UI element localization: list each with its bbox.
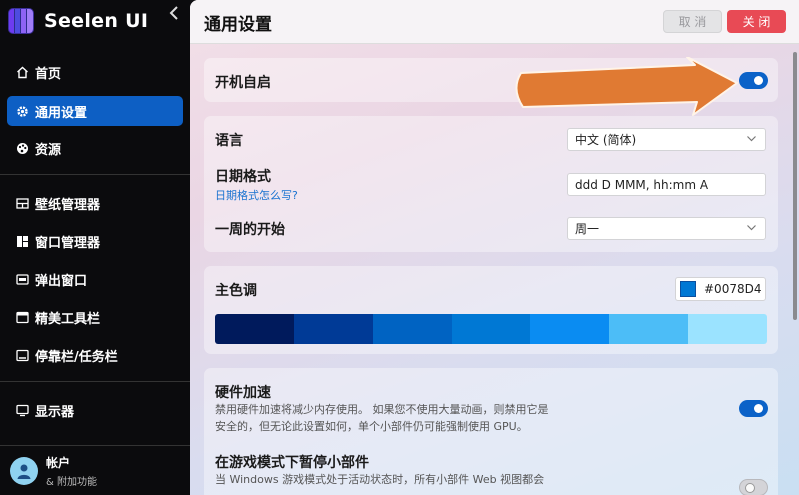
sidebar-item-label: 精美工具栏	[35, 311, 101, 327]
account-button[interactable]: 帐户 & 附加功能	[0, 445, 190, 495]
palette-shade-4[interactable]	[451, 314, 531, 344]
hardware-acceleration-label: 硬件加速	[215, 385, 271, 401]
palette-icon	[15, 141, 29, 155]
toolbar-icon	[15, 310, 29, 324]
account-subtitle: & 附加功能	[46, 476, 97, 488]
sidebar-item-monitors[interactable]: 显示器	[7, 395, 183, 425]
palette-shade-6[interactable]	[609, 314, 689, 344]
sidebar-item-label: 资源	[35, 142, 62, 158]
brand: Seelen UI	[8, 6, 186, 36]
chevron-left-icon	[169, 6, 178, 20]
collapse-sidebar-button[interactable]	[164, 4, 184, 26]
autostart-label: 开机自启	[215, 75, 271, 91]
home-icon	[15, 65, 29, 79]
close-button[interactable]: 关 闭	[727, 10, 786, 33]
palette-shade-3[interactable]	[372, 314, 452, 344]
gear-icon	[15, 104, 29, 118]
chevron-down-icon	[747, 225, 756, 231]
sidebar-item-label: 首页	[35, 66, 62, 82]
sidebar-item-fancy-toolbar[interactable]: 精美工具栏	[7, 302, 183, 332]
accent-palette	[215, 314, 767, 344]
language-label: 语言	[215, 133, 243, 149]
sidebar-divider	[0, 381, 190, 382]
page-title: 通用设置	[204, 15, 272, 35]
date-format-value: ddd D MMM, hh:mm A	[575, 177, 709, 192]
week-start-value: 周一	[575, 222, 600, 236]
sidebar-item-label: 显示器	[35, 404, 75, 420]
accent-hex-value: #0078D4	[704, 282, 762, 296]
sidebar: Seelen UI 首页 通用设置 资源 壁纸管理器 窗口管理器 弹出窗口 精美…	[0, 0, 190, 495]
user-icon	[17, 464, 31, 479]
sidebar-item-label: 停靠栏/任务栏	[35, 349, 118, 365]
pause-in-game-toggle[interactable]	[739, 479, 768, 495]
hardware-acceleration-toggle[interactable]	[739, 400, 768, 417]
palette-shade-1[interactable]	[215, 314, 294, 344]
sidebar-item-label: 弹出窗口	[35, 273, 88, 289]
week-start-label: 一周的开始	[215, 222, 285, 238]
sidebar-item-dock-taskbar[interactable]: 停靠栏/任务栏	[7, 340, 183, 370]
sidebar-item-label: 壁纸管理器	[35, 197, 101, 213]
chevron-down-icon	[747, 136, 756, 142]
date-format-help-link[interactable]: 日期格式怎么写?	[215, 187, 298, 203]
sidebar-item-home[interactable]: 首页	[7, 57, 183, 87]
palette-shade-7[interactable]	[688, 314, 767, 344]
date-format-label: 日期格式	[215, 169, 271, 185]
hardware-acceleration-desc-line2: 安全的，但无论此设置如何，单个小部件仍可能强制使用 GPU。	[215, 420, 528, 433]
cancel-button[interactable]: 取 消	[663, 10, 722, 33]
accent-color-label: 主色调	[215, 283, 257, 299]
pause-in-game-desc-line1: 当 Windows 游戏模式处于活动状态时，所有小部件 Web 视图都会	[215, 473, 545, 486]
pause-in-game-label: 在游戏模式下暂停小部件	[215, 455, 369, 471]
language-select[interactable]: 中文 (简体)	[567, 128, 766, 151]
dock-icon	[15, 348, 29, 362]
accent-color-picker[interactable]: #0078D4	[675, 277, 766, 301]
sidebar-divider	[0, 174, 190, 175]
annotation-arrow-icon	[515, 57, 738, 116]
hardware-acceleration-desc-line1: 禁用硬件加速将减少内存使用。 如果您不使用大量动画，则禁用它是	[215, 403, 549, 416]
sidebar-item-label: 窗口管理器	[35, 235, 101, 251]
scrollbar[interactable]	[793, 52, 797, 320]
performance-card: 硬件加速 禁用硬件加速将减少内存使用。 如果您不使用大量动画，则禁用它是 安全的…	[204, 368, 778, 495]
account-title: 帐户	[46, 455, 71, 470]
sidebar-item-label: 通用设置	[35, 105, 88, 121]
date-format-input[interactable]: ddd D MMM, hh:mm A	[567, 173, 766, 196]
language-value: 中文 (简体)	[575, 133, 637, 147]
accent-color-card: 主色调 #0078D4	[204, 266, 778, 354]
sidebar-item-window-manager[interactable]: 窗口管理器	[7, 226, 183, 256]
sidebar-item-general-settings[interactable]: 通用设置	[7, 96, 183, 126]
locale-card: 语言 中文 (简体) 日期格式 日期格式怎么写? ddd D MMM, hh:m…	[204, 116, 778, 252]
palette-shade-2[interactable]	[293, 314, 373, 344]
week-start-select[interactable]: 周一	[567, 217, 766, 240]
wallpaper-icon	[15, 196, 29, 210]
avatar	[10, 456, 38, 485]
palette-shade-5[interactable]	[530, 314, 610, 344]
sidebar-item-wallpaper-manager[interactable]: 壁纸管理器	[7, 188, 183, 218]
seelen-logo	[8, 8, 34, 34]
accent-swatch	[680, 281, 696, 297]
header: 通用设置 取 消 关 闭	[190, 0, 799, 44]
main-panel: 通用设置 取 消 关 闭 开机自启 语言 中文 (简体) 日期格式 日期格式怎么…	[190, 0, 799, 495]
window-tiles-icon	[15, 234, 29, 248]
sidebar-item-resources[interactable]: 资源	[7, 133, 183, 163]
app-name: Seelen UI	[44, 10, 149, 32]
sidebar-item-popups[interactable]: 弹出窗口	[7, 264, 183, 294]
popup-icon	[15, 272, 29, 286]
monitor-icon	[15, 403, 29, 417]
